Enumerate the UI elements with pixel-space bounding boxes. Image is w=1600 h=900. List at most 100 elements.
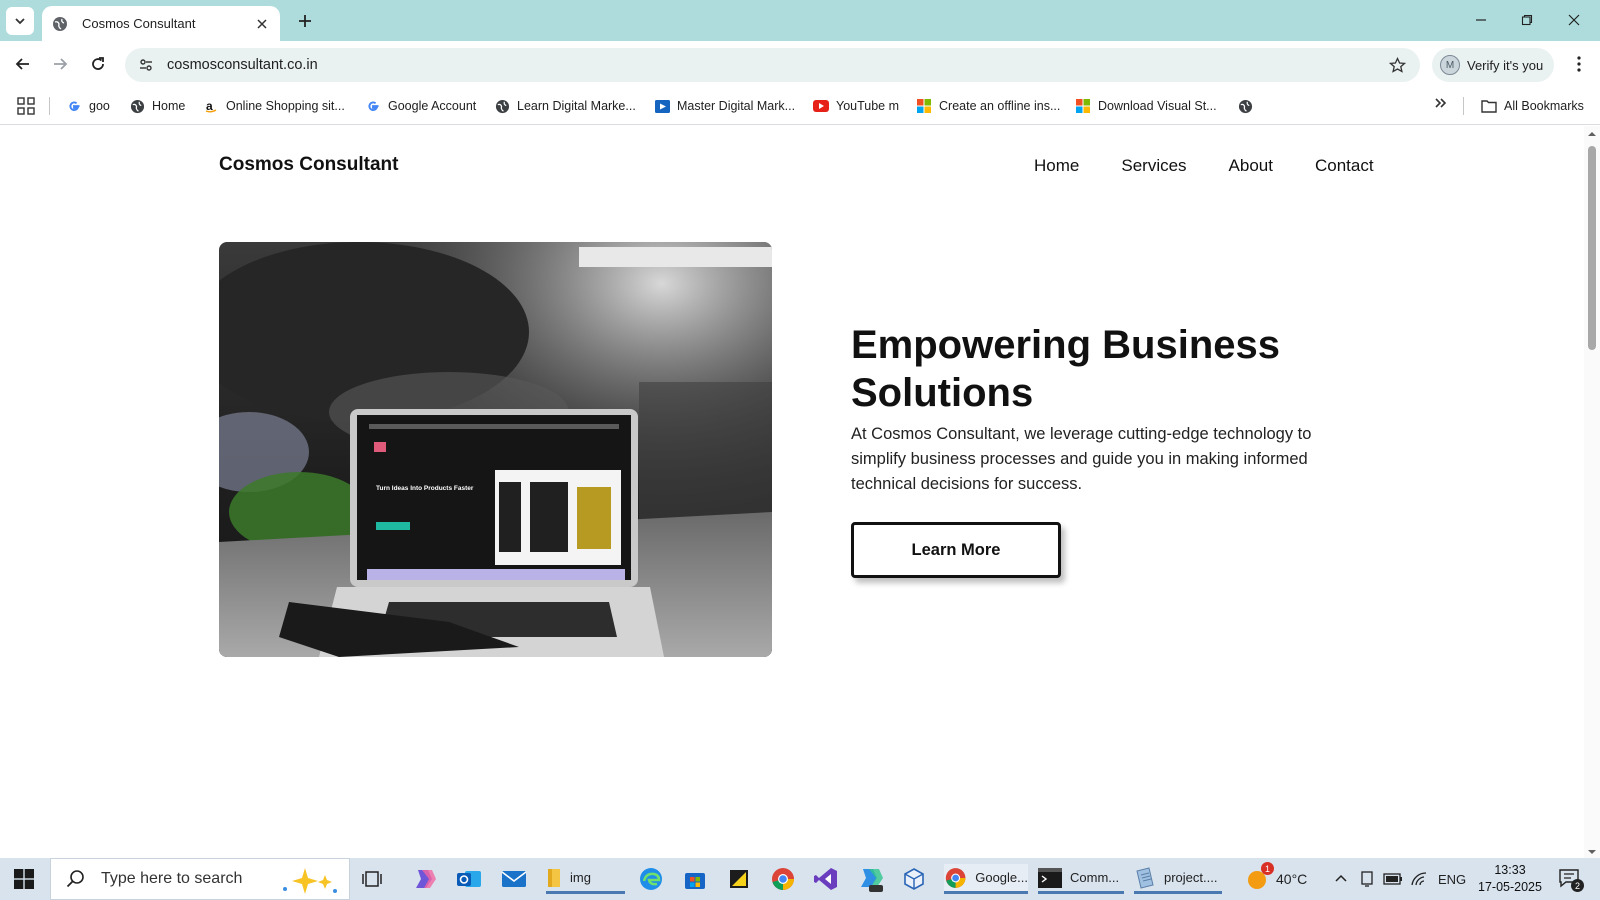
windows-start-icon[interactable]	[14, 869, 34, 889]
taskbar-edge[interactable]	[638, 864, 664, 894]
taskbar-clock[interactable]: 13:33 17-05-2025	[1470, 862, 1550, 896]
bookmarks-overflow-button[interactable]	[1430, 96, 1450, 116]
network-button[interactable]	[1410, 858, 1428, 900]
taskbar-copilot[interactable]	[412, 864, 438, 894]
outlook-icon	[457, 871, 481, 887]
browser-menu-button[interactable]	[1566, 50, 1592, 78]
scroll-up-arrow-icon[interactable]	[1588, 130, 1596, 138]
bookmark-label: Download Visual St...	[1098, 99, 1217, 113]
taskbar-outlook[interactable]	[456, 864, 482, 894]
bookmark-item[interactable]: YouTube m	[813, 93, 899, 119]
weather-badge: 1	[1261, 862, 1274, 875]
copilot-icon	[416, 870, 436, 888]
show-hidden-icons-button[interactable]	[1334, 858, 1348, 900]
scroll-down-arrow-icon[interactable]	[1588, 848, 1596, 856]
bookmarks-divider	[49, 97, 50, 115]
mail-icon	[501, 871, 527, 887]
back-button[interactable]	[9, 50, 37, 78]
bookmark-label: Home	[152, 99, 186, 113]
bookmark-item[interactable]: a Online Shopping sit...	[203, 93, 345, 119]
url-text[interactable]: cosmosconsultant.co.in	[167, 57, 1382, 73]
notifications-count: 2	[1571, 879, 1584, 892]
address-bar[interactable]: cosmosconsultant.co.in	[125, 48, 1420, 82]
bookmark-star-button[interactable]	[1382, 56, 1412, 74]
nav-link-about[interactable]: About	[1229, 156, 1273, 176]
minimize-button[interactable]	[1465, 6, 1497, 34]
nav-link-home[interactable]: Home	[1034, 156, 1079, 176]
taskbar-item-label: project....	[1164, 870, 1218, 885]
taskbar-command-prompt[interactable]: Comm...	[1038, 864, 1124, 894]
edge-icon	[640, 868, 662, 890]
close-window-button[interactable]	[1558, 6, 1590, 34]
site-logo[interactable]: Cosmos Consultant	[219, 154, 398, 176]
taskbar-store[interactable]	[683, 864, 707, 894]
sparkle-icon	[283, 868, 337, 894]
new-tab-button[interactable]	[292, 8, 318, 34]
folder-icon	[1481, 98, 1497, 114]
google-icon	[365, 98, 381, 114]
forward-button[interactable]	[46, 50, 74, 78]
bookmark-item[interactable]	[1237, 93, 1260, 119]
profile-button[interactable]: M Verify it's you	[1432, 48, 1554, 82]
taskbar-chrome[interactable]	[770, 864, 796, 894]
bookmarks-divider	[1463, 97, 1464, 115]
bookmark-item[interactable]: Master Digital Mark...	[654, 93, 795, 119]
bookmark-item[interactable]: Download Visual St...	[1075, 93, 1217, 119]
laptop-screen-text: Turn Ideas Into Products Faster	[376, 485, 474, 492]
taskbar-mail[interactable]	[501, 864, 527, 894]
taskbar-project-window[interactable]: project....	[1134, 864, 1222, 894]
nav-link-services[interactable]: Services	[1121, 156, 1186, 176]
bookmark-label: goo	[89, 99, 110, 113]
bookmark-item[interactable]: Google Account	[365, 93, 476, 119]
restore-button[interactable]	[1511, 6, 1543, 34]
restore-icon	[1521, 14, 1533, 26]
chrome-icon	[945, 867, 966, 888]
bookmark-label: Create an offline ins...	[939, 99, 1061, 113]
reload-button[interactable]	[84, 50, 112, 78]
nav-link-contact[interactable]: Contact	[1315, 156, 1374, 176]
weather-widget[interactable]: 1 40°C	[1246, 858, 1307, 900]
bookmark-item[interactable]: Learn Digital Marke...	[494, 93, 636, 119]
apps-grid-icon[interactable]	[16, 96, 36, 116]
bookmark-item[interactable]: goo	[66, 93, 110, 119]
video-icon	[654, 98, 670, 114]
close-tab-button[interactable]	[254, 16, 270, 32]
bookmark-label: Google Account	[388, 99, 477, 113]
taskbar-search[interactable]: Type here to search	[50, 858, 350, 900]
site-nav: Home Services About Contact	[1034, 156, 1374, 176]
task-view-button[interactable]	[362, 864, 382, 894]
plus-icon	[299, 15, 311, 27]
bookmark-item[interactable]: Create an offline ins...	[916, 93, 1060, 119]
battery-icon	[1383, 873, 1402, 885]
close-icon	[1568, 14, 1580, 26]
all-bookmarks-button[interactable]: All Bookmarks	[1481, 93, 1584, 119]
language-indicator[interactable]: ENG	[1438, 858, 1466, 900]
tune-icon	[140, 59, 152, 71]
tab-search-button[interactable]	[6, 7, 34, 35]
battery-button[interactable]	[1383, 858, 1403, 900]
notifications-button[interactable]: 2	[1558, 858, 1584, 900]
learn-more-button[interactable]: Learn More	[851, 522, 1061, 578]
taskbar-visual-studio[interactable]	[813, 864, 839, 894]
reload-icon	[92, 57, 104, 70]
browser-tab-active[interactable]: Cosmos Consultant	[42, 6, 280, 41]
tab-title: Cosmos Consultant	[82, 16, 196, 31]
bookmark-label: YouTube m	[836, 99, 900, 113]
m365-copilot-icon	[861, 869, 883, 892]
taskbar-m365[interactable]	[857, 864, 885, 894]
search-placeholder: Type here to search	[101, 870, 243, 887]
weather-sun-icon: 1	[1246, 862, 1274, 890]
taskbar-sticky-notes[interactable]	[727, 864, 751, 894]
clock-time: 13:33	[1494, 863, 1526, 877]
page-scrollbar[interactable]	[1584, 126, 1600, 858]
tray-meet-icon-button[interactable]	[1359, 858, 1375, 900]
double-chevron-right-icon	[1435, 98, 1447, 108]
taskbar-app-cube[interactable]	[902, 864, 926, 894]
device-icon	[1361, 871, 1373, 887]
scrollbar-thumb[interactable]	[1588, 146, 1596, 350]
document-icon	[1136, 866, 1154, 889]
taskbar-file-explorer-img[interactable]: img	[546, 864, 625, 894]
taskbar-chrome-window[interactable]: Google...	[944, 864, 1028, 894]
site-info-button[interactable]	[131, 57, 161, 73]
bookmark-item[interactable]: Home	[129, 93, 185, 119]
